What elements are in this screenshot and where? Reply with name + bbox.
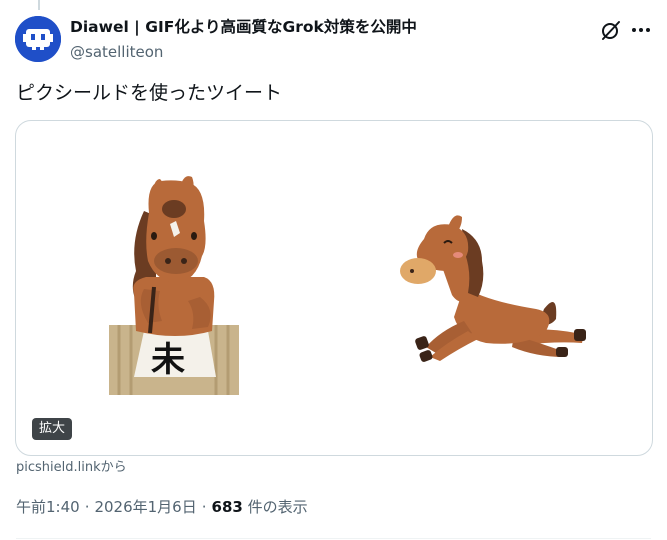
meta-separator: · xyxy=(201,498,207,516)
tweet-time[interactable]: 午前1:40 xyxy=(16,498,80,516)
author-display-name[interactable]: Diawel | GIF化より高画質なGrok対策を公開中 xyxy=(70,17,417,37)
horse-writing-illustration: 未 xyxy=(109,176,239,395)
calligraphy-glyph: 未 xyxy=(151,340,185,380)
views-count[interactable]: 683 xyxy=(212,498,243,516)
source-link[interactable]: picshield.linkから xyxy=(16,459,127,477)
bottom-divider xyxy=(16,538,651,539)
views-label: 件の表示 xyxy=(242,498,308,516)
tweet-date[interactable]: 2026年1月6日 xyxy=(94,498,196,516)
media-illustration: 未 xyxy=(109,176,586,395)
author-handle[interactable]: @satelliteon xyxy=(70,42,163,62)
meta-separator: · xyxy=(84,498,90,516)
horse-galloping-illustration xyxy=(400,215,586,362)
more-options-icon[interactable] xyxy=(628,18,654,42)
thread-connector-line xyxy=(38,0,40,10)
tweet-meta-row: 午前1:40 · 2026年1月6日 · 683 件の表示 xyxy=(16,497,308,517)
expand-media-button[interactable]: 拡大 xyxy=(32,418,73,440)
tweet-media-card[interactable]: 未 拡大 xyxy=(15,120,653,456)
author-avatar[interactable] xyxy=(15,16,61,62)
avatar-robot-face-icon xyxy=(15,16,61,62)
tweet-text: ピクシールドを使ったツイート xyxy=(16,82,283,104)
grok-icon[interactable] xyxy=(599,18,623,42)
